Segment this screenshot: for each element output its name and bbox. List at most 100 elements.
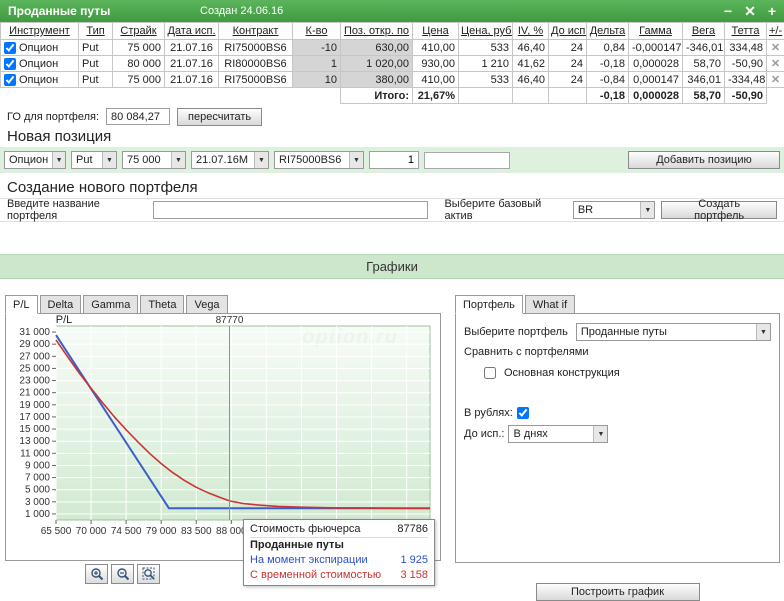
rubles-checkbox[interactable] [517, 407, 529, 419]
type-select[interactable]: Put▼ [71, 151, 117, 169]
days-cell: 24 [549, 72, 587, 88]
col-type[interactable]: Тип [79, 23, 113, 40]
contract-cell: RI80000BS6 [219, 56, 293, 72]
svg-text:87770: 87770 [216, 315, 244, 326]
zoom-in-button[interactable] [85, 564, 108, 584]
qty-field[interactable]: 1 [293, 56, 341, 72]
days-cell: 24 [549, 40, 587, 56]
chevron-down-icon: ▼ [593, 426, 607, 442]
svg-text:13 000: 13 000 [19, 436, 50, 447]
recalculate-button[interactable]: пересчитать [177, 108, 262, 126]
create-portfolio-button[interactable]: Создать портфель [661, 201, 777, 219]
main-construction-checkbox[interactable] [484, 367, 496, 379]
open-price-field[interactable]: 630,00 [341, 40, 413, 56]
tab-pl[interactable]: P/L [5, 295, 38, 314]
totals-gamma: 0,000028 [629, 88, 683, 104]
price-rub-cell: 533 [459, 72, 513, 88]
days-select[interactable]: В днях▼ [508, 425, 608, 443]
instrument-select[interactable]: Опцион▼ [4, 151, 66, 169]
instrument-label: Опцион [19, 74, 58, 86]
col-instrument[interactable]: Инструмент [1, 23, 79, 40]
col-gamma[interactable]: Гамма [629, 23, 683, 40]
strike-select[interactable]: 75 000▼ [122, 151, 186, 169]
zoom-reset-icon [142, 567, 156, 581]
chevron-down-icon: ▼ [102, 152, 116, 168]
close-icon[interactable]: ✕ [744, 4, 756, 18]
col-delta[interactable]: Дельта [587, 23, 629, 40]
col-open-at[interactable]: Поз. откр. по [341, 23, 413, 40]
portfolio-name-input[interactable] [153, 201, 429, 219]
theta-cell: -50,90 [725, 56, 767, 72]
delete-row-button[interactable]: ✕ [767, 40, 784, 56]
col-expiry[interactable]: Дата исп. [165, 23, 219, 40]
svg-text:9 000: 9 000 [25, 460, 50, 471]
totals-label: Итого: [341, 88, 413, 104]
open-price-input[interactable] [424, 152, 510, 169]
type-cell: Put [79, 56, 113, 72]
col-theta[interactable]: Тетта [725, 23, 767, 40]
tooltip-expiration-value: 1 925 [400, 553, 428, 568]
col-plusminus: +/- [767, 23, 784, 40]
portfolio-select[interactable]: Проданные путы▼ [576, 323, 771, 341]
tab-theta[interactable]: Theta [140, 295, 184, 314]
row-checkbox[interactable] [4, 58, 16, 70]
gamma-cell: 0,000147 [629, 72, 683, 88]
svg-text:7 000: 7 000 [25, 473, 50, 484]
vega-cell: -346,01 [683, 40, 725, 56]
col-vega[interactable]: Вега [683, 23, 725, 40]
col-iv[interactable]: IV, % [513, 23, 549, 40]
delete-row-button[interactable]: ✕ [767, 72, 784, 88]
base-asset-select[interactable]: BR▼ [573, 201, 655, 219]
col-qty[interactable]: К-во [293, 23, 341, 40]
zoom-out-button[interactable] [111, 564, 134, 584]
col-price[interactable]: Цена [413, 23, 459, 40]
col-days[interactable]: До исп. [549, 23, 587, 40]
contract-select[interactable]: RI75000BS6▼ [274, 151, 364, 169]
margin-value-field[interactable]: 80 084,27 [106, 108, 170, 125]
type-cell: Put [79, 72, 113, 88]
vega-cell: 58,70 [683, 56, 725, 72]
charts-header: Графики [0, 254, 784, 279]
position-row: Опцион Put 80 000 21.07.16 RI80000BS6 1 … [1, 56, 784, 72]
chart-tooltip: Стоимость фьючерса 87786 Проданные путы … [243, 519, 435, 586]
svg-text:79 000: 79 000 [146, 526, 177, 537]
expiry-cell: 21.07.16 [165, 56, 219, 72]
add-icon[interactable]: + [768, 4, 776, 18]
expiry-cell: 21.07.16 [165, 40, 219, 56]
zoom-reset-button[interactable] [137, 564, 160, 584]
pl-chart-container: option.ru 1 0003 0005 0007 0009 00011 00… [5, 313, 441, 561]
tab-what-if[interactable]: What if [525, 295, 575, 314]
minimize-icon[interactable]: − [724, 4, 732, 18]
tab-vega[interactable]: Vega [186, 295, 227, 314]
new-position-row: Опцион▼ Put▼ 75 000▼ 21.07.16M▼ RI75000B… [0, 147, 784, 173]
row-checkbox[interactable] [4, 74, 16, 86]
col-contract[interactable]: Контракт [219, 23, 293, 40]
row-checkbox[interactable] [4, 42, 16, 54]
open-price-field[interactable]: 1 020,00 [341, 56, 413, 72]
qty-field[interactable]: -10 [293, 40, 341, 56]
svg-text:1 000: 1 000 [25, 509, 50, 520]
days-label: До исп.: [464, 428, 504, 440]
iv-cell: 46,40 [513, 40, 549, 56]
tab-delta[interactable]: Delta [40, 295, 82, 314]
svg-text:65 500: 65 500 [41, 526, 72, 537]
open-price-field[interactable]: 380,00 [341, 72, 413, 88]
qty-input[interactable] [369, 151, 419, 169]
delete-row-button[interactable]: ✕ [767, 56, 784, 72]
rubles-label: В рублях: [464, 407, 513, 419]
qty-field[interactable]: 10 [293, 72, 341, 88]
tab-portfolio[interactable]: Портфель [455, 295, 523, 314]
totals-vega: 58,70 [683, 88, 725, 104]
price-cell: 930,00 [413, 56, 459, 72]
add-position-button[interactable]: Добавить позицию [628, 151, 780, 169]
tab-gamma[interactable]: Gamma [83, 295, 138, 314]
delta-cell: -0,84 [587, 72, 629, 88]
margin-label: ГО для портфеля: [7, 111, 99, 123]
col-price-rub[interactable]: Цена, руб. [459, 23, 513, 40]
svg-text:31 000: 31 000 [19, 327, 50, 338]
expiry-select[interactable]: 21.07.16M▼ [191, 151, 269, 169]
svg-text:23 000: 23 000 [19, 376, 50, 387]
col-strike[interactable]: Страйк [113, 23, 165, 40]
totals-row: Итого: 21,67% -0,18 0,000028 58,70 -50,9… [1, 88, 784, 104]
build-chart-button[interactable]: Построить график [536, 583, 700, 601]
